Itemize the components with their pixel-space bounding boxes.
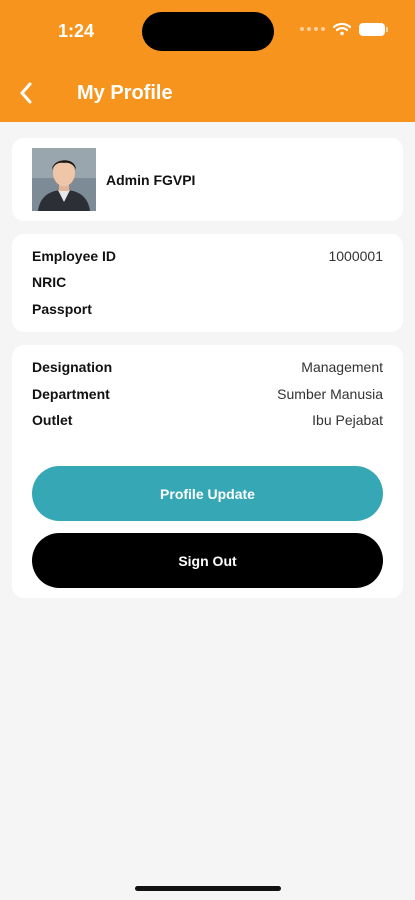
info-label: Outlet [32,412,73,428]
info-value: Ibu Pejabat [312,412,383,428]
info-label: Department [32,386,110,402]
profile-name: Admin FGVPI [106,172,196,188]
info-value: Management [301,359,383,375]
home-indicator [135,886,281,891]
back-button[interactable] [12,78,40,108]
signal-icon [300,27,325,31]
info-label: Designation [32,359,113,375]
profile-update-button[interactable]: Profile Update [32,466,383,521]
info-row-passport: Passport [32,299,383,319]
battery-icon [359,22,388,36]
info-label: NRIC [32,274,67,290]
info-row-outlet: Outlet Ibu Pejabat [32,410,383,430]
info-label: Passport [32,301,92,317]
app-header: 1:24 My Profile [0,0,415,122]
avatar [32,148,96,211]
status-time: 1:24 [58,21,95,41]
info-row-department: Department Sumber Manusia [32,384,383,404]
profile-card: Admin FGVPI [12,138,403,221]
wifi-icon [333,22,351,36]
identity-card: Employee ID 1000001 NRIC Passport [12,234,403,332]
chevron-left-icon [20,82,32,104]
info-row-nric: NRIC [32,272,383,292]
work-card: Designation Management Department Sumber… [12,345,403,598]
sign-out-button[interactable]: Sign Out [32,533,383,588]
info-row-designation: Designation Management [32,357,383,377]
status-icons [300,22,388,36]
page-title: My Profile [77,82,173,104]
info-value: 1000001 [328,248,383,264]
info-label: Employee ID [32,248,117,264]
dynamic-island [142,12,274,51]
info-value: Sumber Manusia [277,386,383,402]
info-row-employee-id: Employee ID 1000001 [32,246,383,266]
